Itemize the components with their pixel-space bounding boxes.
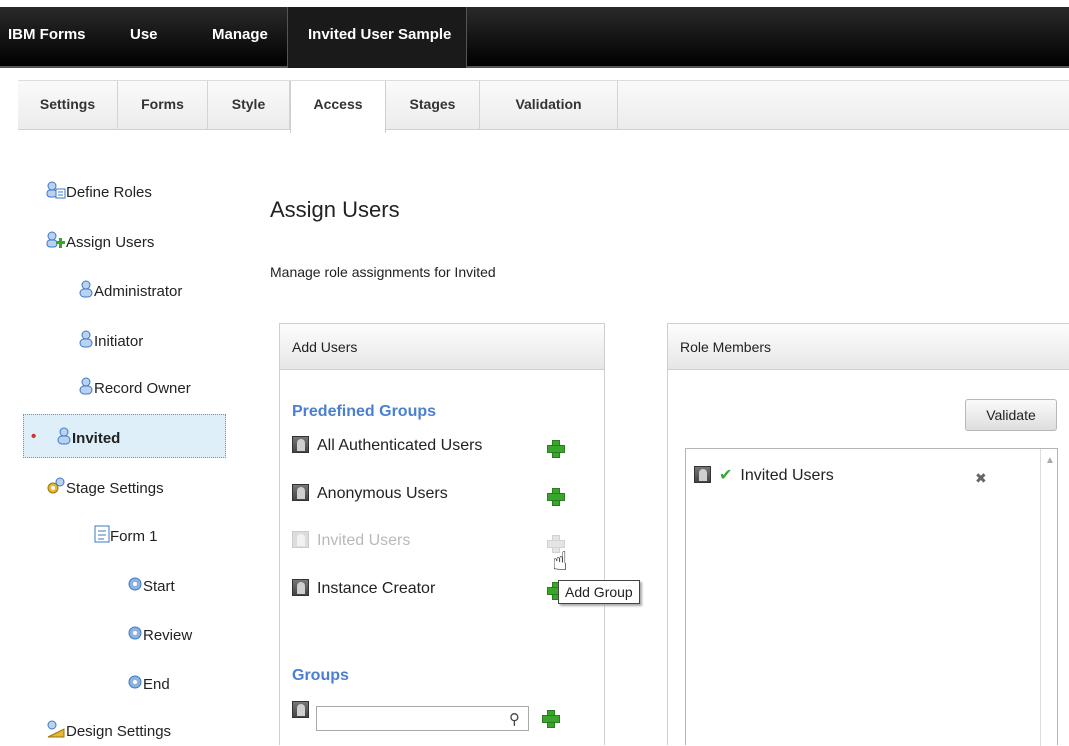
user-icon [56,427,72,449]
list-item: ✔ Invited Users [694,465,834,485]
group-row: Instance Creator [292,579,435,598]
tab-access[interactable]: Access [290,81,386,133]
tree-label: Administrator [94,283,183,300]
nav-manage[interactable]: Manage [212,26,268,43]
group-row: All Authenticated Users [292,436,482,455]
group-avatar-icon [292,701,309,718]
group-name: Anonymous Users [317,485,448,502]
nav-use[interactable]: Use [130,26,158,43]
predefined-groups-label: Predefined Groups [292,403,437,420]
group-avatar-icon [292,579,309,596]
tree-initiator[interactable]: Initiator [78,330,143,352]
tree-record-owner[interactable]: Record Owner [78,377,191,399]
tree-define-roles[interactable]: Define Roles [46,181,152,203]
header-bar [0,7,1069,68]
tab-style[interactable]: Style [208,81,290,130]
tree-form1[interactable]: Form 1 [94,525,158,547]
brand-logo: IBM Forms [8,26,86,43]
check-icon: ✔ [719,467,733,484]
page-subtitle: Manage role assignments for Invited [270,264,496,280]
group-avatar-icon [694,466,711,483]
group-row: Anonymous Users [292,484,448,503]
group-avatar-icon [292,484,309,501]
top-header: IBM Forms Use Manage Invited User Sample [0,0,1069,70]
group-name: All Authenticated Users [317,437,483,454]
role-members-list: ✔ Invited Users ✖ ▲ [685,448,1058,746]
add-group-plus-icon[interactable] [547,488,565,506]
tree-label: Assign Users [66,234,155,251]
add-group-plus-icon[interactable] [542,710,560,728]
tree-label: Invited [72,430,121,447]
tree-label: Design Settings [66,723,172,740]
add-users-header: Add Users [280,324,604,370]
group-row-disabled: Invited Users [292,531,410,550]
tree-label: Stage Settings [66,480,164,497]
tree-label: Form 1 [110,528,158,545]
user-icon [78,330,94,352]
tab-validation[interactable]: Validation [480,81,618,130]
member-name: Invited Users [740,467,834,484]
group-name: Invited Users [317,532,411,549]
add-group-plus-icon[interactable] [547,440,565,458]
scroll-up-icon[interactable]: ▲ [1045,455,1055,466]
form-icon [94,525,110,547]
group-avatar-icon [292,531,309,548]
page-title: Assign Users [270,197,400,222]
assign-users-icon [46,231,66,253]
tree-label: Start [143,578,175,595]
tree-label: End [143,676,170,693]
stage-gear-icon [127,673,143,695]
group-name: Instance Creator [317,580,436,597]
groups-label: Groups [292,667,349,684]
tree-label: Define Roles [66,184,152,201]
remove-icon[interactable]: ✖ [975,470,987,487]
tree-administrator[interactable]: Administrator [78,280,182,302]
stage-gear-icon [127,575,143,597]
search-icon[interactable]: ⚲ [509,710,520,728]
tree-label: Initiator [94,333,144,350]
tab-stages[interactable]: Stages [386,81,480,130]
validate-button[interactable]: Validate [965,399,1057,431]
scrollbar[interactable]: ▲ [1040,449,1057,746]
group-search-input[interactable]: ⚲ [316,706,529,731]
design-settings-icon [46,720,66,742]
selected-bullet: • [31,428,37,445]
tree-label: Record Owner [94,380,191,397]
settings-tabs: Settings Forms Style Access Stages Valid… [18,80,1069,133]
user-icon [78,377,94,399]
group-avatar-icon [292,436,309,453]
tree-invited-content: Invited [56,427,120,449]
tree-start[interactable]: Start [127,575,175,597]
hand-cursor-icon: ☝ [552,546,568,576]
tab-settings[interactable]: Settings [18,81,118,130]
app-tab[interactable]: Invited User Sample [287,7,467,68]
tree-review[interactable]: Review [127,624,192,646]
left-edge [0,68,18,745]
add-group-tooltip: Add Group [558,580,640,604]
tree-end[interactable]: End [127,673,170,695]
tree-stage-settings[interactable]: Stage Settings [46,477,164,499]
tree-design-settings[interactable]: Design Settings [46,720,171,742]
define-roles-icon [46,181,66,203]
tree-invited[interactable]: • Invited [23,414,226,458]
stage-gear-icon [127,624,143,646]
tab-forms[interactable]: Forms [118,81,208,130]
tree-assign-users[interactable]: Assign Users [46,231,154,253]
stage-settings-icon [46,477,66,499]
user-icon [78,280,94,302]
role-members-header: Role Members [668,324,1069,370]
tree-label: Review [143,627,193,644]
